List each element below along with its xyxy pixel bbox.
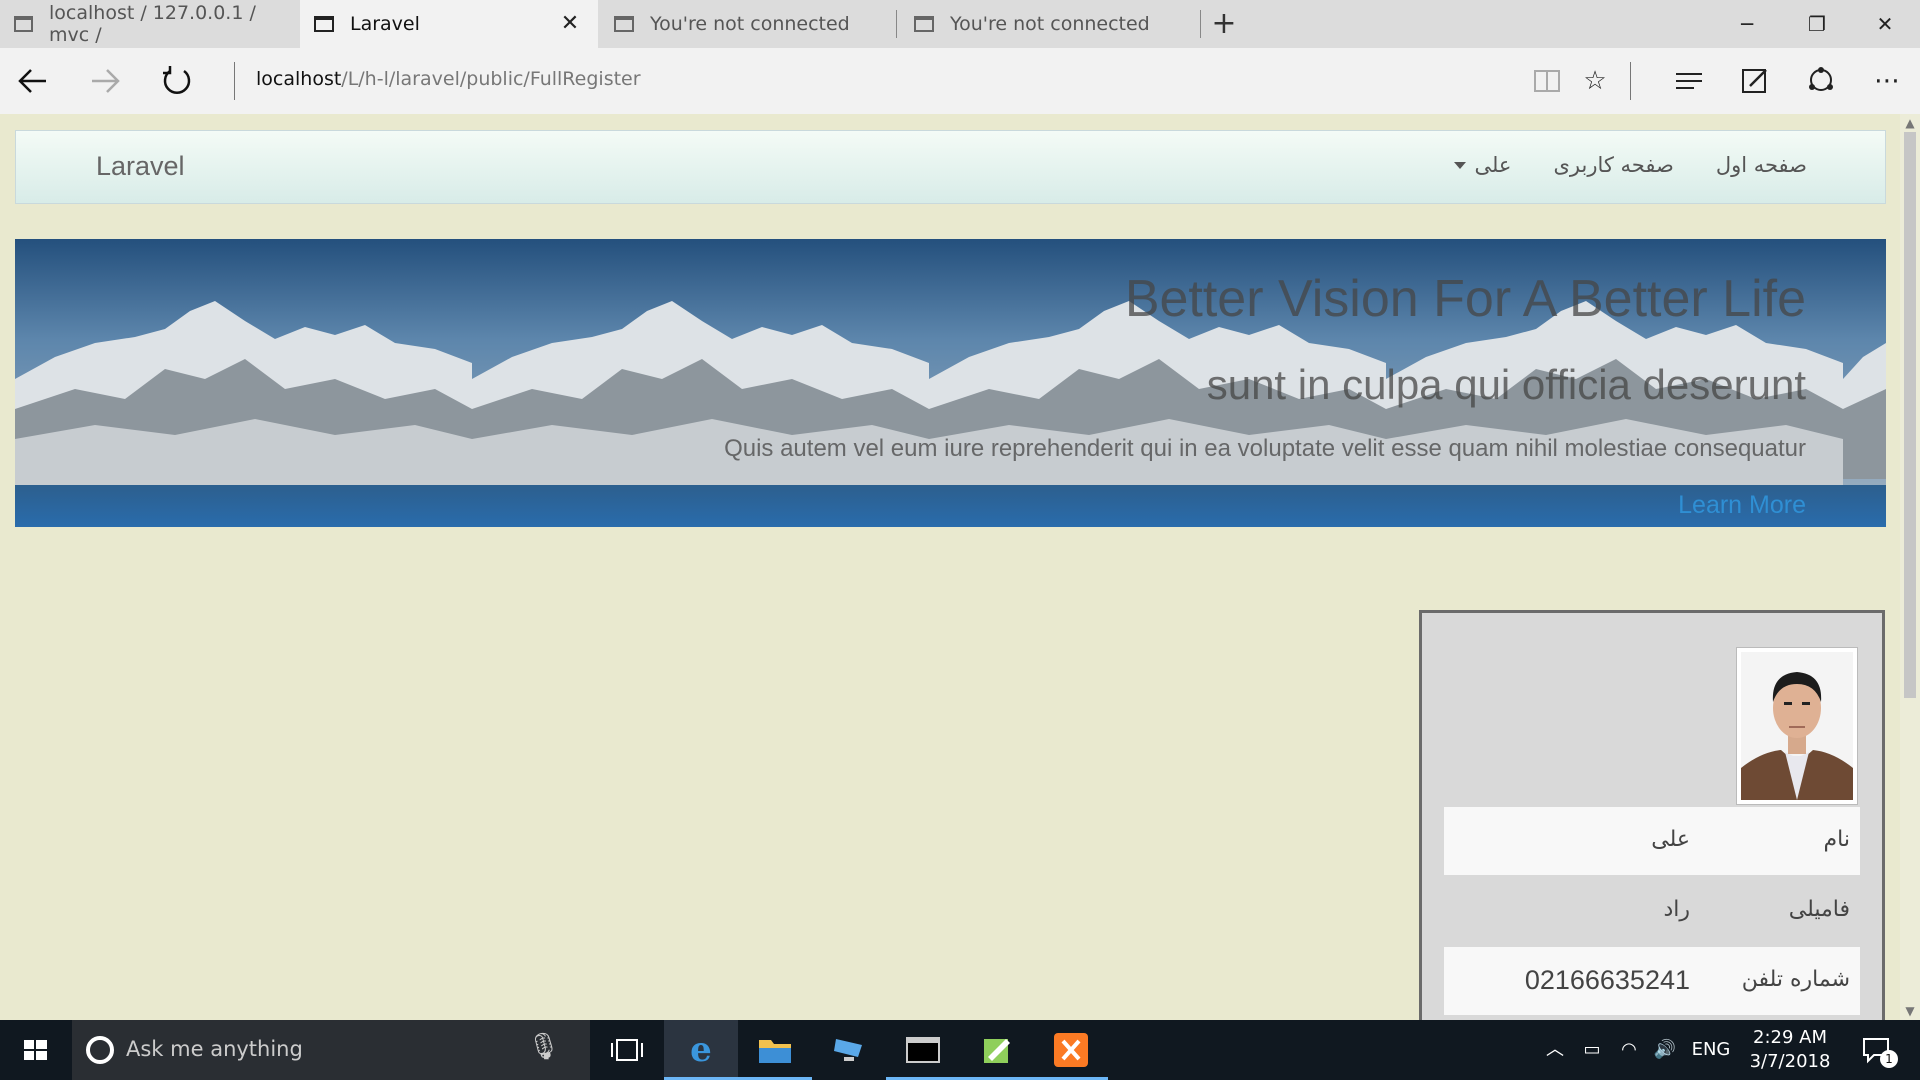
page-icon — [314, 16, 334, 32]
cortana-icon — [86, 1036, 114, 1064]
hero-title: Better Vision For A Better Life — [1124, 270, 1806, 328]
tab-bar: localhost / 127.0.0.1 / mvc / Laravel ✕ … — [0, 0, 1920, 48]
start-button[interactable] — [0, 1020, 70, 1080]
profile-row-phone: شماره تلفن 02166635241 — [1444, 947, 1860, 1015]
mountain-image — [15, 239, 472, 527]
input-language[interactable]: ENG — [1686, 1020, 1736, 1080]
xampp-icon[interactable] — [1034, 1020, 1108, 1080]
last-name-label: فامیلی — [1788, 897, 1850, 922]
page-icon — [914, 16, 934, 32]
mountain-image — [1843, 239, 1886, 527]
page-icon — [614, 16, 634, 32]
url-path: /L/h-l/laravel/public/FullRegister — [341, 68, 641, 90]
clock-time: 2:29 AM — [1753, 1027, 1827, 1048]
scroll-up-icon[interactable]: ▲ — [1900, 116, 1920, 130]
user-dropdown-label: علی — [1474, 153, 1512, 177]
new-tab-button[interactable]: + — [1208, 4, 1240, 44]
tab-title: You're not connected — [950, 13, 1150, 35]
command-prompt-icon[interactable] — [886, 1020, 960, 1080]
tab-laravel[interactable]: Laravel ✕ — [300, 0, 598, 48]
phone-label: شماره تلفن — [1741, 967, 1850, 992]
address-divider — [234, 62, 235, 100]
last-name-value: راد — [1663, 897, 1690, 922]
hero-body-text: Quis autem vel eum iure reprehenderit qu… — [724, 435, 1806, 462]
show-hidden-icons-chevron-icon[interactable]: ︿ — [1540, 1020, 1570, 1080]
tab-title: localhost / 127.0.0.1 / mvc / — [49, 2, 256, 46]
close-window-button[interactable]: ✕ — [1850, 0, 1920, 48]
nav-home-link[interactable]: صفحه اول — [1716, 153, 1807, 177]
reading-view-icon[interactable] — [1522, 56, 1572, 106]
profile-card: نام علی فامیلی راد شماره تلفن 0216663524… — [1419, 610, 1885, 1020]
remote-desktop-icon[interactable] — [812, 1020, 886, 1080]
page-scrollbar[interactable]: ▲ ▼ — [1900, 114, 1920, 1020]
first-name-value: علی — [1651, 827, 1690, 852]
task-view-icon[interactable] — [590, 1020, 664, 1080]
site-navbar: Laravel صفحه اول صفحه کاربری علی — [15, 130, 1886, 204]
profile-row-first-name: نام علی — [1444, 807, 1860, 875]
more-options-icon[interactable]: ⋯ — [1862, 56, 1912, 106]
user-dropdown-toggle[interactable]: علی — [1454, 153, 1511, 177]
battery-icon[interactable]: ▭ — [1574, 1020, 1610, 1080]
tab-divider — [1200, 10, 1201, 38]
page-content: Laravel صفحه اول صفحه کاربری علی Better … — [0, 114, 1900, 1020]
back-button[interactable] — [8, 56, 58, 106]
cortana-search-box[interactable]: Ask me anything 🎙 — [72, 1020, 590, 1080]
clock-date: 3/7/2018 — [1749, 1051, 1831, 1072]
wifi-icon[interactable]: ◠ — [1612, 1020, 1646, 1080]
web-note-icon[interactable] — [1730, 56, 1780, 106]
tab-not-connected-1[interactable]: You're not connected — [600, 0, 896, 48]
tab-not-connected-2[interactable]: You're not connected — [900, 0, 1198, 48]
tab-divider — [896, 10, 897, 38]
refresh-icon — [163, 66, 191, 94]
hero-subtitle: sunt in culpa qui officia deserunt — [1206, 361, 1806, 408]
windows-logo-icon — [24, 1040, 47, 1060]
microphone-icon[interactable]: 🎙 — [527, 1032, 560, 1062]
nav-user-page-link[interactable]: صفحه کاربری — [1553, 153, 1673, 177]
notification-count-badge: 1 — [1880, 1050, 1898, 1068]
close-tab-icon[interactable]: ✕ — [558, 12, 582, 36]
edge-browser-icon[interactable]: e — [664, 1020, 738, 1080]
windows-taskbar: Ask me anything 🎙 e ︿ ▭ ◠ 🔊 ENG 2:29 AM … — [0, 1020, 1920, 1080]
toolbar-divider — [1630, 62, 1631, 100]
refresh-button[interactable] — [152, 56, 202, 106]
tab-title: Laravel — [350, 13, 420, 35]
forward-button[interactable] — [80, 56, 130, 106]
phone-value: 02166635241 — [1524, 965, 1690, 995]
tab-title: You're not connected — [650, 13, 850, 35]
share-icon[interactable] — [1796, 56, 1846, 106]
notepad-plus-plus-icon[interactable] — [960, 1020, 1034, 1080]
mountain-image — [472, 239, 929, 527]
hub-icon[interactable] — [1664, 56, 1714, 106]
back-arrow-icon — [18, 69, 46, 93]
restore-button[interactable]: ❐ — [1782, 0, 1852, 48]
profile-photo — [1736, 647, 1858, 805]
search-placeholder: Ask me anything — [126, 1037, 303, 1061]
brand-link[interactable]: Laravel — [96, 151, 185, 182]
volume-icon[interactable]: 🔊 — [1648, 1020, 1682, 1080]
learn-more-link[interactable]: Learn More — [1678, 491, 1806, 520]
first-name-label: نام — [1823, 827, 1850, 852]
nav-links: صفحه اول صفحه کاربری علی — [1454, 153, 1807, 177]
page-icon — [14, 16, 33, 32]
scrollbar-thumb[interactable] — [1904, 132, 1916, 698]
minimize-button[interactable]: ─ — [1712, 0, 1782, 48]
profile-row-last-name: فامیلی راد — [1444, 877, 1860, 945]
action-center-icon[interactable]: 1 — [1852, 1020, 1902, 1080]
forward-arrow-icon — [92, 69, 120, 93]
system-clock[interactable]: 2:29 AM 3/7/2018 — [1740, 1026, 1840, 1074]
file-explorer-icon[interactable] — [738, 1020, 812, 1080]
scroll-down-icon[interactable]: ▼ — [1900, 1004, 1920, 1018]
tab-phpmyadmin[interactable]: localhost / 127.0.0.1 / mvc / — [0, 0, 298, 48]
favorite-star-icon[interactable]: ☆ — [1570, 56, 1620, 106]
address-bar: localhost/L/h-l/laravel/public/FullRegis… — [0, 48, 1920, 114]
url-field[interactable]: localhost/L/h-l/laravel/public/FullRegis… — [256, 68, 641, 90]
url-host: localhost — [256, 68, 342, 90]
hero-banner: Better Vision For A Better Life sunt in … — [15, 239, 1886, 527]
